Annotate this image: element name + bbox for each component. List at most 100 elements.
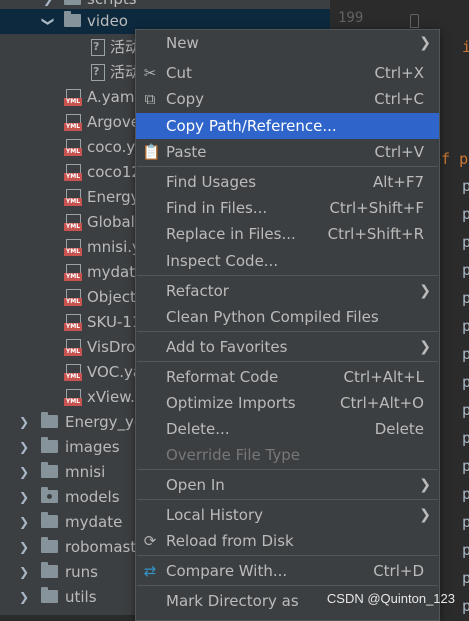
menu-item-new[interactable]: New ❯ <box>136 30 439 56</box>
folder-icon <box>64 11 81 27</box>
chevron-right-icon[interactable]: ❯ <box>16 410 32 435</box>
menu-item-reload-disk[interactable]: ⟳ Reload from Disk <box>136 528 439 554</box>
fold-marker-icon[interactable] <box>410 14 419 28</box>
menu-shortcut: Ctrl+X <box>374 64 424 82</box>
submenu-arrow-icon: ❯ <box>419 283 431 299</box>
menu-shortcut: Ctrl+Alt+L <box>343 368 425 386</box>
menu-item-local-history[interactable]: Local History ❯ <box>136 502 439 528</box>
submenu-arrow-icon: ❯ <box>419 339 431 355</box>
tree-label: models <box>65 488 120 506</box>
menu-label: Optimize Imports <box>166 394 296 412</box>
menu-separator <box>137 499 438 500</box>
chevron-down-icon[interactable]: ❯ <box>36 14 61 30</box>
yml-file-icon: YML <box>64 139 82 156</box>
menu-item-copy-path[interactable]: Copy Path/Reference... <box>136 113 439 139</box>
folder-icon <box>41 412 58 428</box>
menu-item-open-in[interactable]: Open In ❯ <box>136 472 439 498</box>
menu-shortcut: Delete <box>374 420 424 438</box>
yml-file-icon: YML <box>64 214 82 231</box>
submenu-arrow-icon: ❯ <box>419 477 431 493</box>
code-line: p <box>462 261 469 279</box>
yml-file-icon: YML <box>64 314 82 331</box>
menu-item-delete[interactable]: Delete... Delete <box>136 416 439 442</box>
menu-item-inspect-code[interactable]: Inspect Code... <box>136 248 439 274</box>
menu-item-replace-in-files[interactable]: Replace in Files... Ctrl+Shift+R <box>136 221 439 247</box>
menu-separator <box>137 469 438 470</box>
menu-label: Find Usages <box>166 173 257 191</box>
tree-label: images <box>65 438 120 456</box>
menu-shortcut: Ctrl+C <box>374 90 424 108</box>
copy-icon: ⧉ <box>144 90 156 108</box>
line-number: 199 <box>338 10 364 26</box>
tree-label: runs <box>65 563 98 581</box>
yml-file-icon: YML <box>64 389 82 406</box>
menu-item-override-file-type: Override File Type <box>136 442 439 468</box>
menu-item-compare-with[interactable]: ⇄ Compare With... Ctrl+D <box>136 558 439 584</box>
scissors-icon: ✂ <box>143 64 157 82</box>
menu-label: Add to Favorites <box>166 338 288 356</box>
submenu-arrow-icon: ❯ <box>419 35 431 51</box>
menu-shortcut: Ctrl+D <box>373 562 424 580</box>
code-line: p <box>462 429 469 447</box>
folder-icon <box>64 0 81 5</box>
menu-shortcut: Alt+F7 <box>372 173 424 191</box>
yml-file-icon: YML <box>64 189 82 206</box>
code-line: p <box>462 597 469 615</box>
yml-file-icon: YML <box>64 339 82 356</box>
menu-item-refactor[interactable]: Refactor ❯ <box>136 278 439 304</box>
yml-file-icon: YML <box>64 114 82 131</box>
chevron-right-icon[interactable]: ❯ <box>16 510 32 535</box>
tree-label: SKU-11 <box>87 313 142 331</box>
menu-item-optimize-imports[interactable]: Optimize Imports Ctrl+Alt+O <box>136 390 439 416</box>
menu-item-reformat-code[interactable]: Reformat Code Ctrl+Alt+L <box>136 364 439 390</box>
tree-label: VisDro <box>87 338 136 356</box>
menu-label: Copy Path/Reference... <box>166 117 337 135</box>
folder-icon <box>41 487 58 503</box>
tree-label: xView. <box>87 388 135 406</box>
folder-icon <box>41 437 58 453</box>
folder-icon <box>41 462 58 478</box>
tree-label: mnisi <box>65 463 106 481</box>
code-line: p <box>462 289 469 307</box>
folder-icon <box>41 562 58 578</box>
menu-label: Copy <box>166 90 205 108</box>
yml-file-icon: YML <box>64 364 82 381</box>
chevron-right-icon[interactable]: ❯ <box>16 535 32 560</box>
tree-label: mydate <box>65 513 123 531</box>
menu-label: Open In <box>166 476 225 494</box>
compare-icon: ⇄ <box>143 562 157 580</box>
menu-item-paste[interactable]: 📋 Paste Ctrl+V <box>136 139 439 165</box>
menu-item-copy[interactable]: ⧉ Copy Ctrl+C <box>136 86 439 112</box>
chevron-right-icon[interactable]: ❯ <box>16 560 32 585</box>
menu-item-add-favorites[interactable]: Add to Favorites ❯ <box>136 334 439 360</box>
tree-label: A.yaml <box>87 88 139 106</box>
menu-label: Reload from Disk <box>166 532 294 550</box>
menu-shortcut: Ctrl+Shift+R <box>327 225 424 243</box>
menu-label: Local History <box>166 506 264 524</box>
yml-file-icon: YML <box>64 164 82 181</box>
tree-label: robomast <box>65 538 137 556</box>
chevron-right-icon[interactable]: ❯ <box>16 460 32 485</box>
chevron-right-icon[interactable]: ❯ <box>16 585 32 610</box>
tree-label: coco12 <box>87 163 141 181</box>
menu-item-find-in-files[interactable]: Find in Files... Ctrl+Shift+F <box>136 195 439 221</box>
tree-label: coco.y <box>87 138 136 156</box>
menu-item-clean-python[interactable]: Clean Python Compiled Files <box>136 304 439 330</box>
tree-label: Energy <box>87 188 140 206</box>
chevron-right-icon[interactable]: ❯ <box>16 435 32 460</box>
yml-file-icon: YML <box>64 264 82 281</box>
menu-label: Reformat Code <box>166 368 279 386</box>
folder-icon <box>41 512 58 528</box>
menu-label: Mark Directory as <box>166 592 299 610</box>
menu-item-cut[interactable]: ✂ Cut Ctrl+X <box>136 60 439 86</box>
code-line: p <box>462 177 469 195</box>
chevron-right-icon[interactable]: ❯ <box>16 485 32 510</box>
menu-separator <box>137 585 438 586</box>
menu-label: Find in Files... <box>166 199 268 217</box>
menu-item-find-usages[interactable]: Find Usages Alt+F7 <box>136 169 439 195</box>
menu-label: Delete... <box>166 420 230 438</box>
paste-icon: 📋 <box>142 143 161 161</box>
menu-label: Inspect Code... <box>166 252 279 270</box>
code-line: p <box>462 317 469 335</box>
menu-label: New <box>166 34 199 52</box>
